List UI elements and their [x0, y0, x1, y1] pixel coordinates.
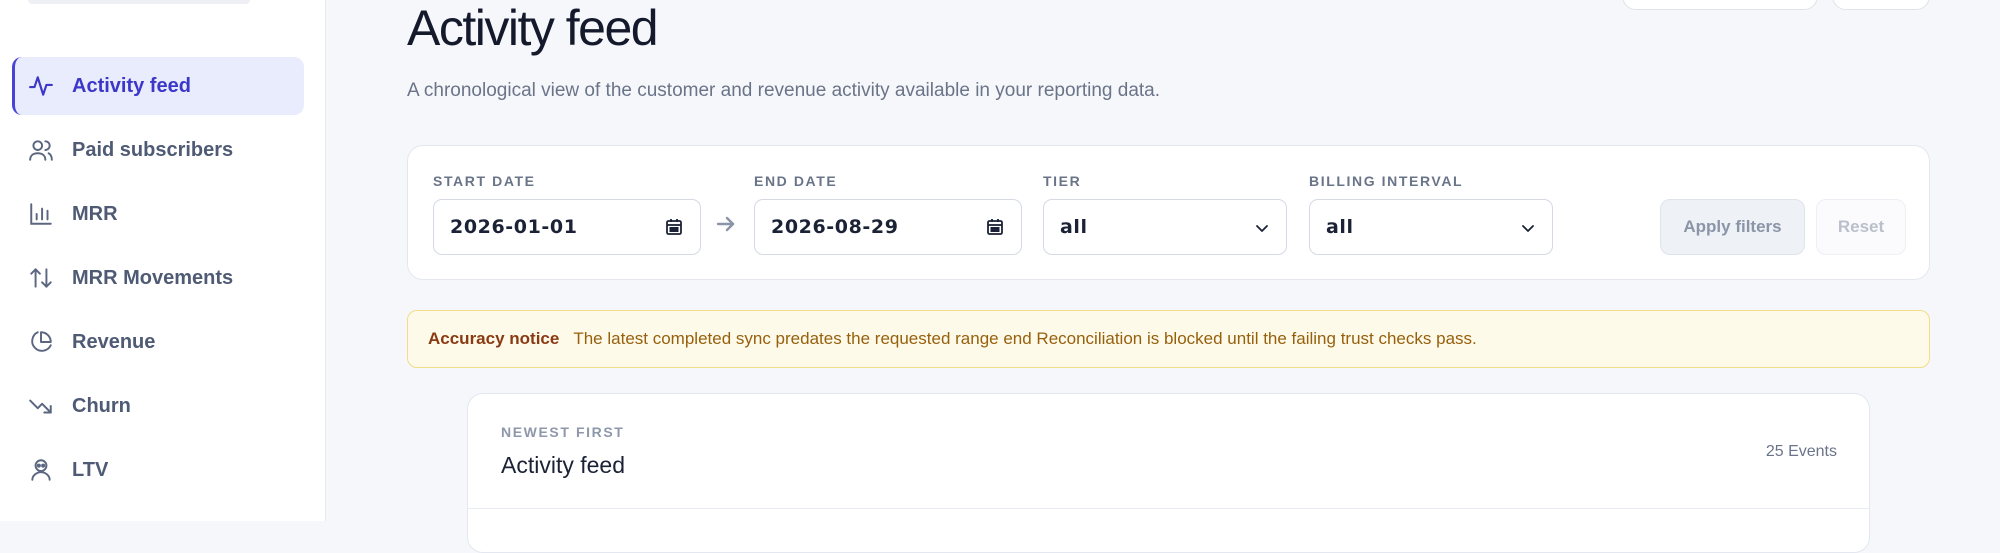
billing-interval-select[interactable]: all [1309, 199, 1553, 255]
end-date-label: END DATE [754, 173, 838, 189]
users-icon [28, 137, 54, 163]
accuracy-notice: Accuracy notice The latest completed syn… [407, 310, 1930, 368]
sidebar: Activity feed Paid subscribers MRR MRR M… [0, 0, 326, 521]
divider [468, 508, 1869, 509]
sidebar-item-paid-subscribers[interactable]: Paid subscribers [12, 121, 304, 179]
sidebar-item-activity-feed[interactable]: Activity feed [12, 57, 304, 115]
start-date-label: START DATE [433, 173, 536, 189]
start-date-value: 2026-01-01 [450, 216, 578, 238]
tier-select[interactable]: all [1043, 199, 1287, 255]
calendar-icon[interactable] [664, 217, 684, 237]
sidebar-item-mrr-movements[interactable]: MRR Movements [12, 249, 304, 307]
pie-chart-icon [28, 329, 54, 355]
trending-down-icon [28, 393, 54, 419]
notice-text: The latest completed sync predates the r… [573, 329, 1477, 348]
tier-label: TIER [1043, 173, 1082, 189]
start-date-input[interactable]: 2026-01-01 [433, 199, 701, 255]
user-badge-icon [28, 457, 54, 483]
end-date-input[interactable]: 2026-08-29 [754, 199, 1022, 255]
chevron-down-icon [1254, 219, 1270, 235]
header-secondary-button[interactable] [1832, 0, 1930, 10]
feed-title: Activity feed [501, 452, 625, 478]
sidebar-item-label: MRR Movements [72, 266, 234, 289]
filter-panel: START DATE 2026-01-01 END DATE 2026-08-2… [407, 145, 1930, 280]
page-subtitle: A chronological view of the customer and… [407, 80, 1161, 101]
sidebar-item-label: Activity feed [72, 74, 191, 97]
event-count: 25 Events [1765, 443, 1837, 460]
activity-feed-card: NEWEST FIRST Activity feed 25 Events [467, 393, 1870, 553]
feed-sort-label: NEWEST FIRST [501, 424, 625, 440]
chevron-down-icon [1520, 219, 1536, 235]
sidebar-header-remnant [28, 0, 250, 4]
sidebar-item-label: MRR [72, 202, 118, 225]
header-action-button[interactable] [1622, 0, 1818, 10]
notice-title: Accuracy notice [428, 329, 560, 348]
tier-value: all [1060, 216, 1088, 238]
end-date-value: 2026-08-29 [771, 216, 899, 238]
sidebar-item-ltv[interactable]: LTV [12, 441, 304, 499]
calendar-icon[interactable] [985, 217, 1005, 237]
apply-filters-button[interactable]: Apply filters [1660, 199, 1805, 255]
billing-interval-value: all [1326, 216, 1354, 238]
reset-button[interactable]: Reset [1816, 199, 1906, 255]
arrow-right-icon [714, 212, 738, 236]
page-title: Activity feed [407, 0, 659, 56]
sidebar-item-label: Churn [72, 394, 131, 417]
sidebar-item-revenue[interactable]: Revenue [12, 313, 304, 371]
arrows-up-down-icon [28, 265, 54, 291]
activity-icon [28, 73, 54, 99]
sidebar-item-label: Paid subscribers [72, 138, 234, 161]
bar-chart-icon [28, 201, 54, 227]
billing-interval-label: BILLING INTERVAL [1309, 173, 1464, 189]
sidebar-item-churn[interactable]: Churn [12, 377, 304, 435]
sidebar-item-mrr[interactable]: MRR [12, 185, 304, 243]
sidebar-item-label: Revenue [72, 330, 156, 353]
sidebar-item-label: LTV [72, 458, 109, 481]
